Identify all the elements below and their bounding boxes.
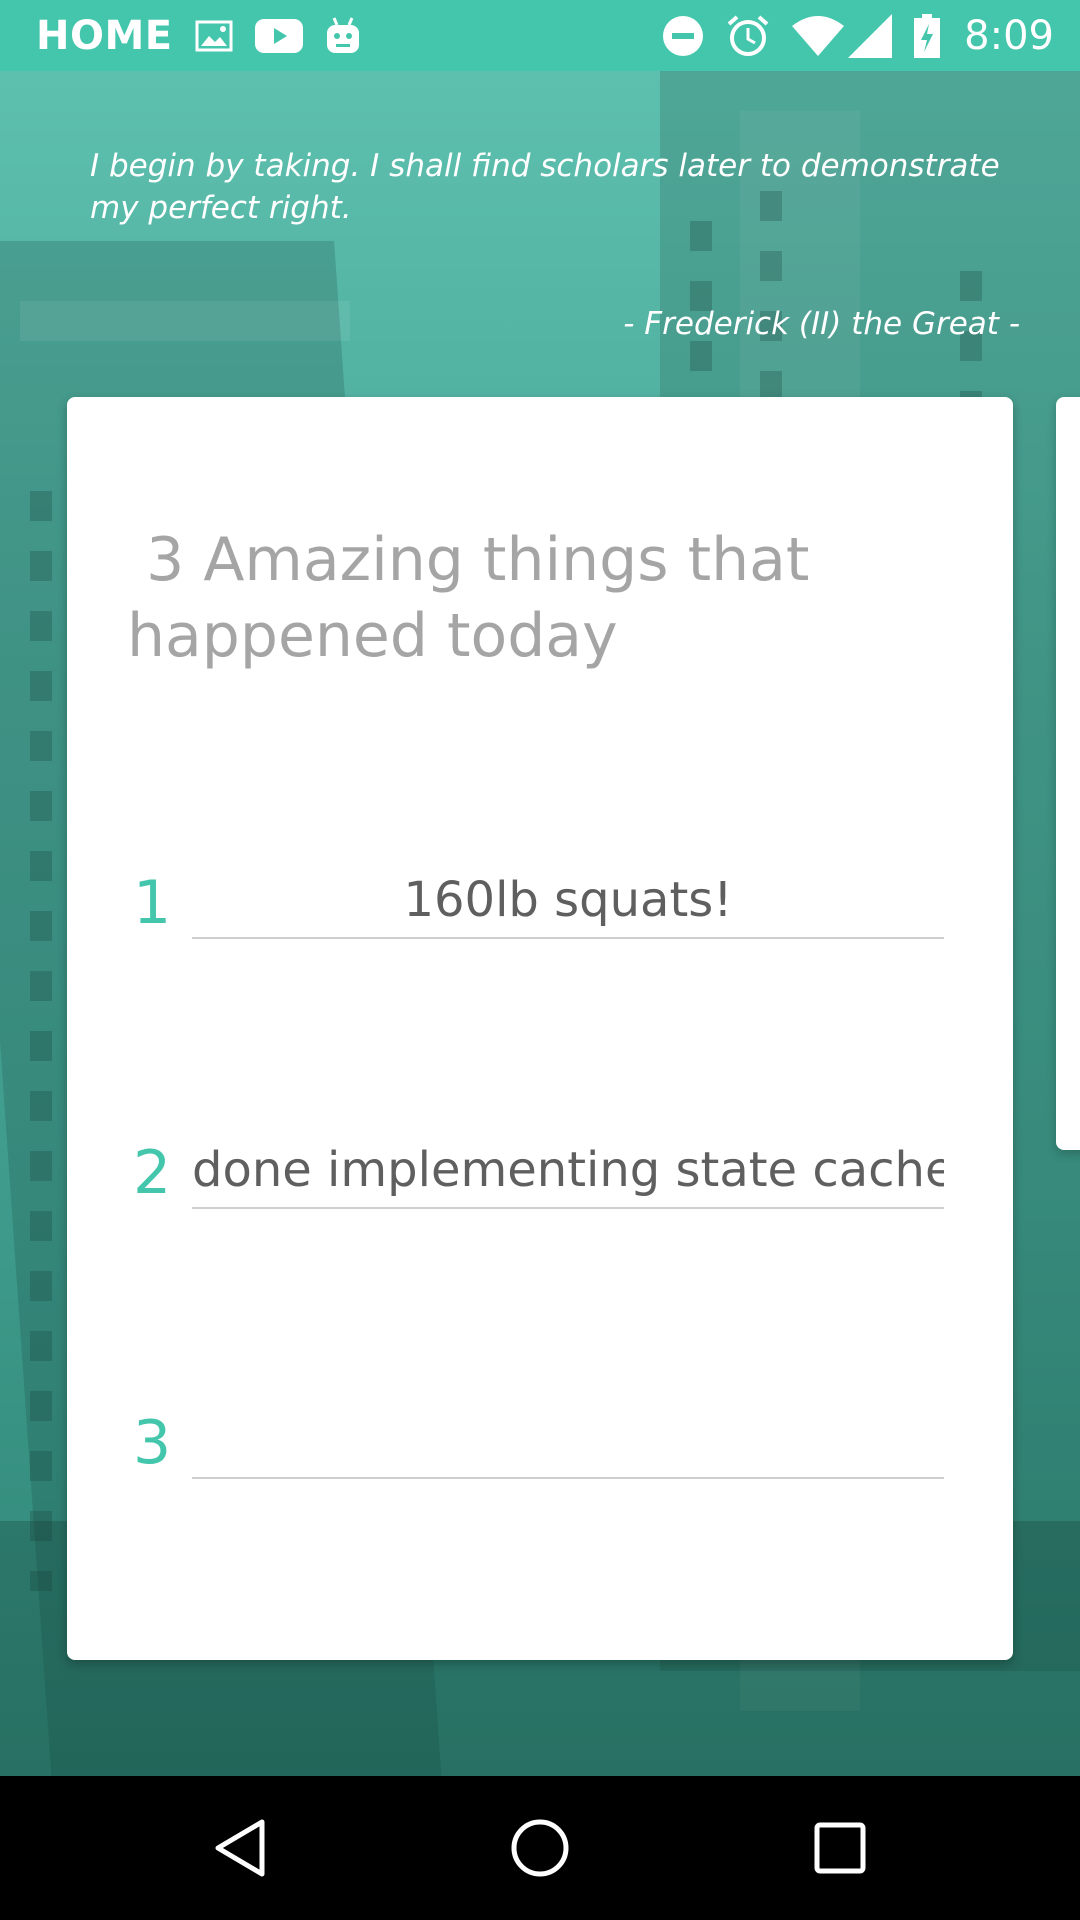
next-card-peek[interactable] xyxy=(1056,397,1080,1150)
quote-author: - Frederick (II) the Great - xyxy=(623,306,1020,342)
wifi-icon xyxy=(792,15,845,56)
recents-icon[interactable] xyxy=(810,1818,870,1878)
home-icon[interactable] xyxy=(510,1818,570,1878)
battery-charging-icon xyxy=(914,13,941,58)
status-bar: HOME 8:09 xyxy=(0,0,1080,71)
image-icon xyxy=(195,20,233,52)
alarm-icon xyxy=(726,14,770,58)
youtube-icon xyxy=(254,18,303,53)
back-icon[interactable] xyxy=(210,1818,270,1878)
navigation-bar xyxy=(0,1776,1080,1920)
entry-number-1: 1 xyxy=(133,868,172,938)
do-not-disturb-icon xyxy=(662,15,704,57)
quote-text: I begin by taking. I shall find scholars… xyxy=(90,148,1000,226)
signal-icon xyxy=(848,13,893,58)
entry-row-3: 3 xyxy=(67,1403,1013,1483)
entry-field-2[interactable] xyxy=(192,1133,944,1209)
card-title: 3 Amazing things that happened today xyxy=(127,525,810,671)
status-time: 8:09 xyxy=(964,12,1054,59)
entry-number-3: 3 xyxy=(133,1408,172,1478)
status-app-label: HOME xyxy=(36,12,173,59)
entry-number-2: 2 xyxy=(133,1138,172,1208)
android-icon xyxy=(325,16,361,56)
entry-field-1[interactable] xyxy=(192,863,944,939)
entry-field-3[interactable] xyxy=(192,1403,944,1479)
entry-row-2: 2 xyxy=(67,1133,1013,1213)
entry-row-1: 1 xyxy=(67,863,1013,943)
gratitude-card: 3 Amazing things that happened today 1 2… xyxy=(67,397,1013,1660)
